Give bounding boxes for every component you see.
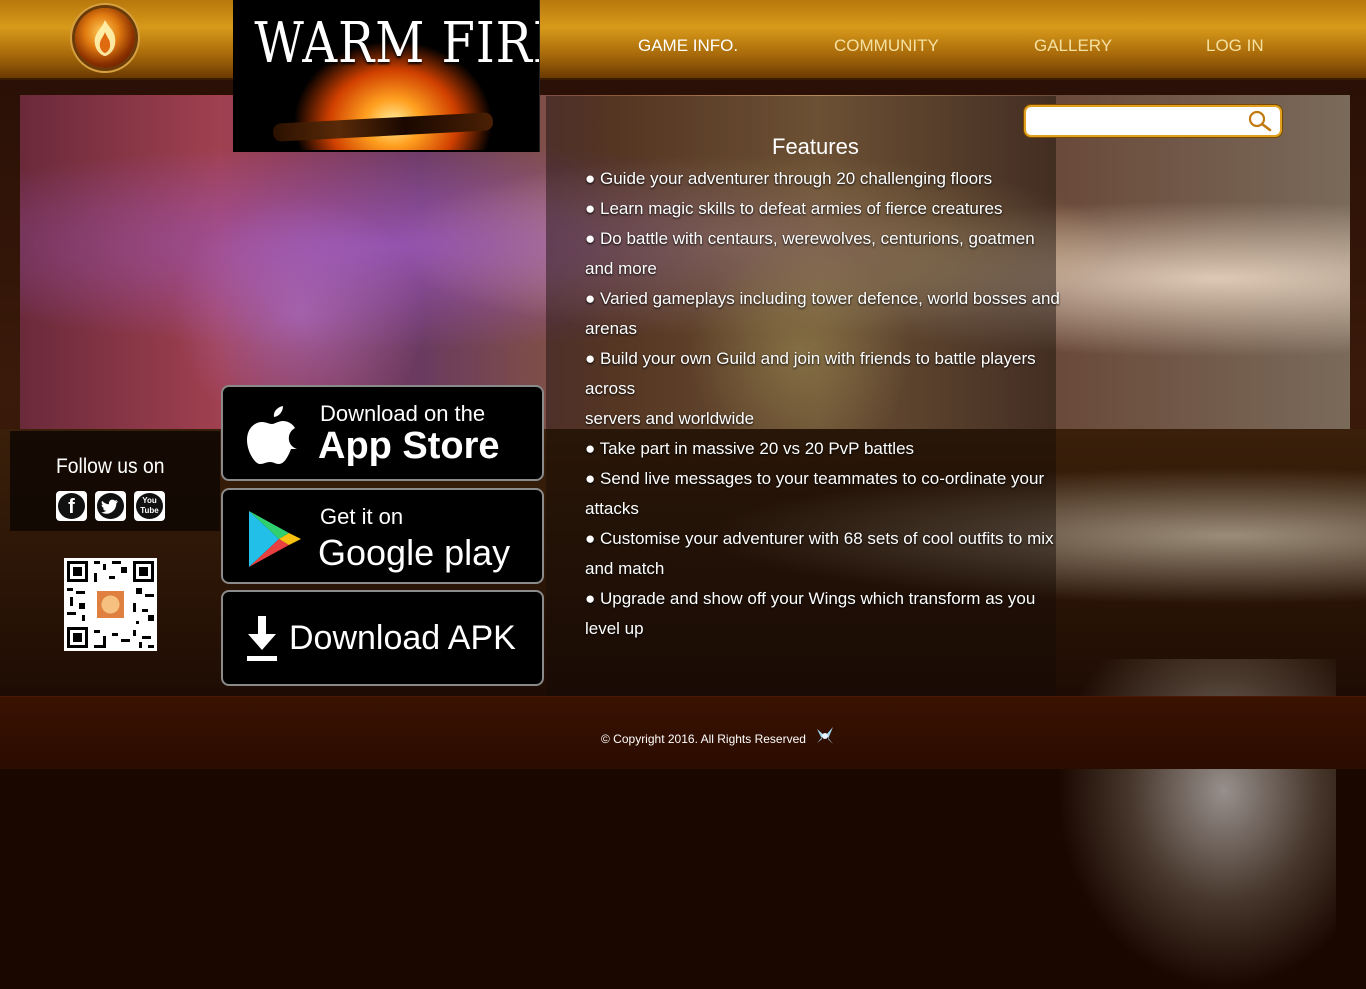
nav-community[interactable]: COMMUNITY — [834, 36, 939, 56]
feature-item: ● Take part in massive 20 vs 20 PvP batt… — [585, 439, 915, 458]
download-icon — [247, 616, 277, 661]
search-input[interactable] — [1032, 110, 1246, 132]
feature-item: ● Send live messages to your teammates t… — [585, 469, 1045, 518]
feature-item: ● Varied gameplays including tower defen… — [585, 289, 1060, 338]
nav-log-in[interactable]: LOG IN — [1206, 36, 1264, 56]
google-play-button[interactable]: Get it on Google play — [221, 488, 544, 584]
mascot-icon — [814, 725, 836, 752]
feature-item: ● Learn magic skills to defeat armies of… — [585, 199, 1003, 218]
facebook-glyph: f — [58, 493, 85, 519]
feature-item: ● Do battle with centaurs, werewolves, c… — [585, 229, 1035, 278]
search-icon[interactable] — [1248, 110, 1272, 137]
twitter-icon[interactable] — [95, 491, 126, 521]
brand-title: WARM FIRE — [254, 11, 540, 76]
app-store-small-label: Download on the — [320, 401, 486, 426]
feature-item: servers and worldwide — [585, 409, 755, 428]
brand-logo[interactable]: WARM FIRE — [233, 0, 540, 152]
features-title: Features — [772, 134, 859, 159]
google-play-icon — [249, 511, 301, 567]
qr-code-image — [64, 558, 157, 651]
nav-gallery[interactable]: GALLERY — [1034, 36, 1112, 56]
top-nav-bar: GAME INFO. COMMUNITY GALLERY LOG IN — [0, 0, 1366, 80]
youtube-icon[interactable]: You Tube — [134, 491, 165, 521]
app-store-button[interactable]: Download on the App Store — [221, 385, 544, 481]
footer: © Copyright 2016. All Rights Reserved — [0, 696, 1366, 769]
search-box — [1024, 105, 1282, 137]
apple-icon — [247, 406, 297, 464]
google-play-big-label: Google play — [318, 532, 511, 573]
youtube-text-tube: Tube — [140, 506, 159, 515]
nav-game-info[interactable]: GAME INFO. — [638, 36, 738, 56]
main-nav: GAME INFO. COMMUNITY GALLERY LOG IN — [0, 36, 1366, 58]
download-apk-button[interactable]: Download APK — [221, 590, 544, 686]
copyright-text: © Copyright 2016. All Rights Reserved — [601, 732, 806, 746]
youtube-glyph: You Tube — [136, 493, 163, 519]
youtube-text-you: You — [142, 496, 157, 505]
features-list: ● Guide your adventurer through 20 chall… — [585, 164, 1060, 644]
feature-item: ● Customise your adventurer with 68 sets… — [585, 529, 1054, 578]
follow-us-title: Follow us on — [56, 455, 165, 478]
facebook-icon[interactable]: f — [56, 491, 87, 521]
google-play-small-label: Get it on — [320, 504, 404, 529]
feature-item: ● Upgrade and show off your Wings which … — [585, 589, 1036, 638]
app-store-big-label: App Store — [318, 425, 500, 467]
twitter-glyph — [97, 493, 124, 519]
feature-item: ● Build your own Guild and join with fri… — [585, 349, 1036, 398]
download-apk-label: Download APK — [289, 619, 516, 657]
feature-item: ● Guide your adventurer through 20 chall… — [585, 169, 993, 188]
